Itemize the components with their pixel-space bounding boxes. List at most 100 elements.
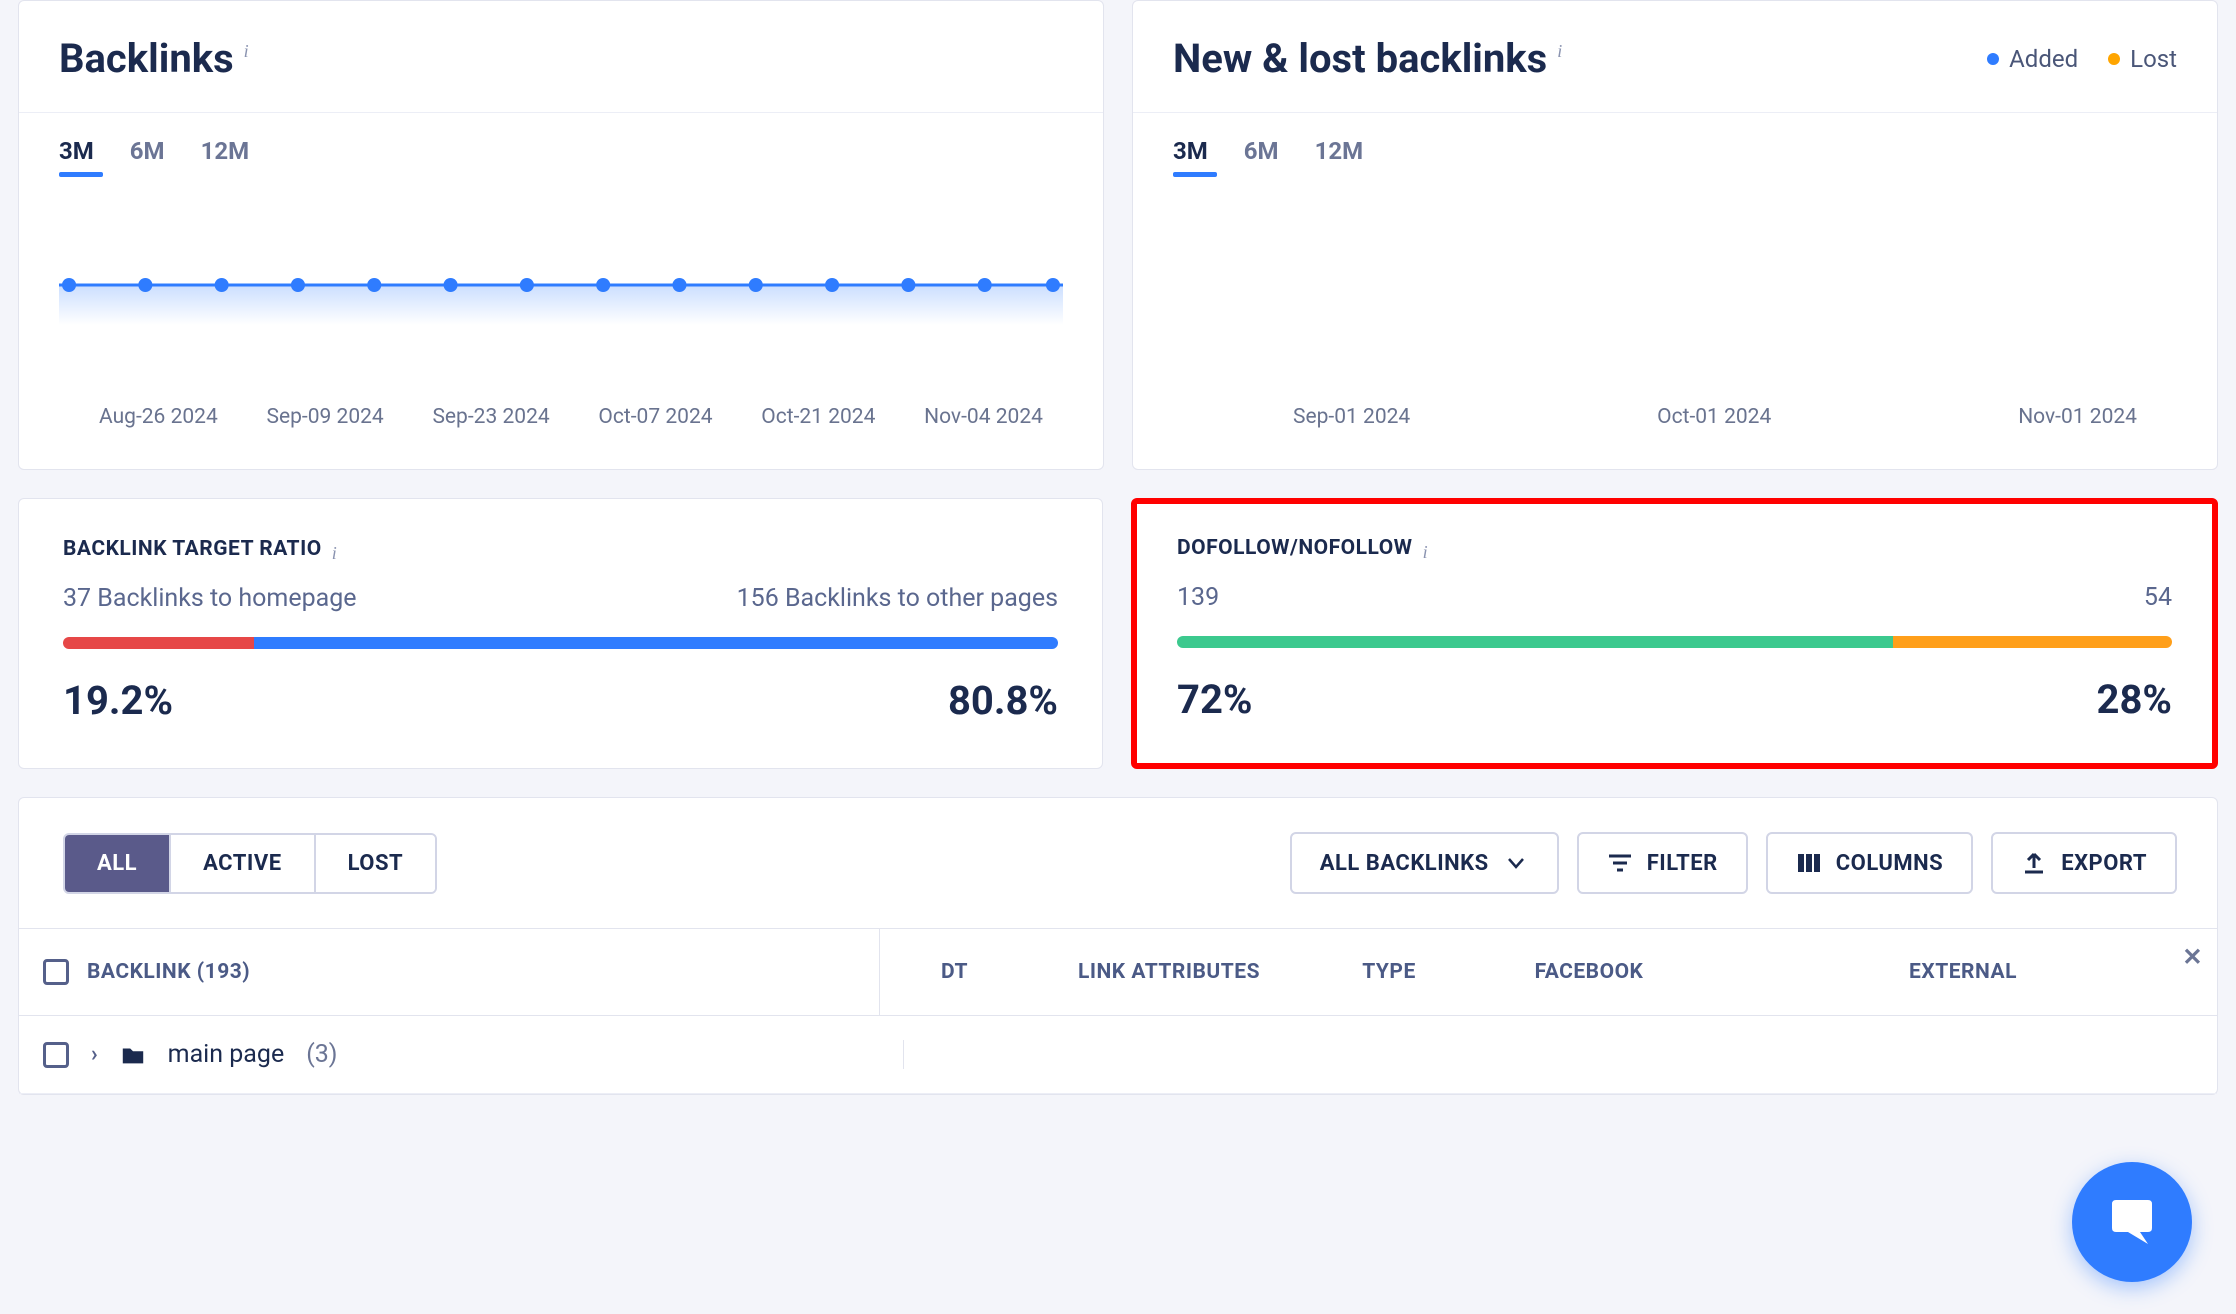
th-type-label: TYPE <box>1362 960 1416 984</box>
range-tab-6m[interactable]: 6M <box>130 137 165 175</box>
bar-segment-dofollow <box>1177 636 1893 648</box>
follow-ratio-bar <box>1177 636 2172 648</box>
follow-ratio-right-count: 54 <box>2144 583 2172 612</box>
th-facebook[interactable]: FACEBOOK <box>1469 929 1709 1015</box>
info-icon[interactable]: i <box>1557 41 1562 62</box>
chat-icon <box>2104 1194 2160 1250</box>
chevron-down-icon <box>1503 850 1529 876</box>
target-ratio-title: BACKLINK TARGET RATIO i <box>63 537 1058 564</box>
new-lost-line-chart <box>1173 215 2177 385</box>
row-rest <box>903 1040 2193 1069</box>
columns-icon <box>1796 850 1822 876</box>
dot-icon <box>1987 53 1999 65</box>
x-tick: Aug-26 2024 <box>99 405 218 429</box>
row-checkbox[interactable] <box>43 1042 69 1068</box>
backlinks-chart <box>59 215 1063 385</box>
new-lost-card: New & lost backlinks i Added Lost 3M 6M … <box>1132 0 2218 470</box>
x-tick: Oct-07 2024 <box>598 405 712 429</box>
table-row[interactable]: › main page (3) <box>19 1016 2217 1094</box>
new-lost-range-tabs: 3M 6M 12M <box>1173 137 2177 175</box>
backlinks-range-tabs: 3M 6M 12M <box>59 137 1063 175</box>
range-tab-12m[interactable]: 12M <box>1315 137 1364 175</box>
x-tick: Nov-01 2024 <box>2018 405 2137 429</box>
legend-lost: Lost <box>2108 45 2177 73</box>
follow-ratio-left-pct: 72% <box>1177 676 1252 723</box>
th-link-attributes[interactable]: LINK ATTRIBUTES <box>1029 929 1309 1015</box>
target-ratio-percents: 19.2% 80.8% <box>63 677 1058 724</box>
filter-label: FILTER <box>1647 851 1718 876</box>
th-external[interactable]: EXTERNAL <box>1709 929 2217 1015</box>
select-all-checkbox[interactable] <box>43 959 69 985</box>
new-lost-x-axis: Sep-01 2024 Oct-01 2024 Nov-01 2024 <box>1173 385 2177 429</box>
follow-ratio-counts: 139 54 <box>1177 583 2172 612</box>
target-ratio-right-label: 156 Backlinks to other pages <box>737 584 1058 613</box>
chevron-right-icon[interactable]: › <box>91 1042 98 1067</box>
backlinks-x-axis: Aug-26 2024 Sep-09 2024 Sep-23 2024 Oct-… <box>59 385 1063 429</box>
target-ratio-bar <box>63 637 1058 649</box>
x-tick: Sep-09 2024 <box>267 405 384 429</box>
range-tab-6m[interactable]: 6M <box>1244 137 1279 175</box>
range-tab-3m[interactable]: 3M <box>1173 137 1208 175</box>
columns-label: COLUMNS <box>1836 851 1943 876</box>
follow-ratio-percents: 72% 28% <box>1177 676 2172 723</box>
export-button[interactable]: EXPORT <box>1991 832 2177 894</box>
dot-icon <box>2108 53 2120 65</box>
x-tick: Sep-23 2024 <box>432 405 549 429</box>
new-lost-legend: Added Lost <box>1987 45 2177 73</box>
target-ratio-left-label: 37 Backlinks to homepage <box>63 584 357 613</box>
tab-lost[interactable]: LOST <box>314 835 436 892</box>
follow-ratio-title: DOFOLLOW/NOFOLLOW i <box>1177 536 2172 563</box>
export-icon <box>2021 850 2047 876</box>
folder-icon <box>120 1042 146 1068</box>
th-type[interactable]: TYPE <box>1309 929 1469 1015</box>
new-lost-header: New & lost backlinks i Added Lost <box>1133 1 2217 113</box>
row-name: main page <box>168 1040 285 1069</box>
info-icon[interactable]: i <box>244 41 249 62</box>
chat-fab[interactable] <box>2072 1162 2192 1282</box>
info-icon[interactable]: i <box>332 543 338 564</box>
target-ratio-title-text: BACKLINK TARGET RATIO <box>63 537 322 561</box>
th-ext-label: EXTERNAL <box>1909 960 2017 984</box>
columns-button[interactable]: COLUMNS <box>1766 832 1973 894</box>
th-backlink[interactable]: BACKLINK (193) <box>19 929 879 1015</box>
follow-ratio-right-pct: 28% <box>2097 676 2172 723</box>
x-tick: Nov-04 2024 <box>924 405 1043 429</box>
target-ratio-right-pct: 80.8% <box>948 677 1058 724</box>
x-tick: Oct-01 2024 <box>1657 405 1771 429</box>
all-backlinks-label: ALL BACKLINKS <box>1320 851 1489 876</box>
th-dt[interactable]: DT <box>879 929 1029 1015</box>
all-backlinks-dropdown[interactable]: ALL BACKLINKS <box>1290 832 1559 894</box>
backlinks-title-text: Backlinks <box>59 35 234 82</box>
th-backlink-label: BACKLINK (193) <box>87 960 250 984</box>
follow-ratio-left-count: 139 <box>1177 583 1219 612</box>
tab-active[interactable]: ACTIVE <box>169 835 314 892</box>
close-icon[interactable]: ✕ <box>2182 943 2203 971</box>
target-ratio-labels: 37 Backlinks to homepage 156 Backlinks t… <box>63 584 1058 613</box>
x-tick: Oct-21 2024 <box>761 405 875 429</box>
backlinks-card-header: Backlinks i <box>19 1 1103 113</box>
status-filter-group: ALL ACTIVE LOST <box>63 833 437 894</box>
backlinks-title: Backlinks i <box>59 35 249 82</box>
toolbar-right: ALL BACKLINKS FILTER COLUMNS <box>1290 832 2177 894</box>
row-first-cell: › main page (3) <box>43 1040 903 1069</box>
backlinks-card: Backlinks i 3M 6M 12M <box>18 0 1104 470</box>
bar-segment-homepage <box>63 637 254 649</box>
target-ratio-left-pct: 19.2% <box>63 677 173 724</box>
legend-lost-label: Lost <box>2130 45 2177 73</box>
range-tab-3m[interactable]: 3M <box>59 137 94 175</box>
new-lost-title-text: New & lost backlinks <box>1173 35 1547 82</box>
backlinks-line-chart <box>59 215 1063 385</box>
target-ratio-card: BACKLINK TARGET RATIO i 37 Backlinks to … <box>18 498 1103 769</box>
range-tab-12m[interactable]: 12M <box>201 137 250 175</box>
info-icon[interactable]: i <box>1423 542 1429 563</box>
filter-button[interactable]: FILTER <box>1577 832 1748 894</box>
table-header-row: BACKLINK (193) DT LINK ATTRIBUTES TYPE F… <box>19 928 2217 1016</box>
tab-all[interactable]: ALL <box>65 835 169 892</box>
filter-icon <box>1607 850 1633 876</box>
bar-segment-other <box>254 637 1058 649</box>
th-dt-label: DT <box>941 960 968 984</box>
x-tick: Sep-01 2024 <box>1293 405 1410 429</box>
th-fb-label: FACEBOOK <box>1535 960 1644 984</box>
follow-ratio-title-text: DOFOLLOW/NOFOLLOW <box>1177 536 1413 560</box>
new-lost-chart <box>1173 215 2177 385</box>
